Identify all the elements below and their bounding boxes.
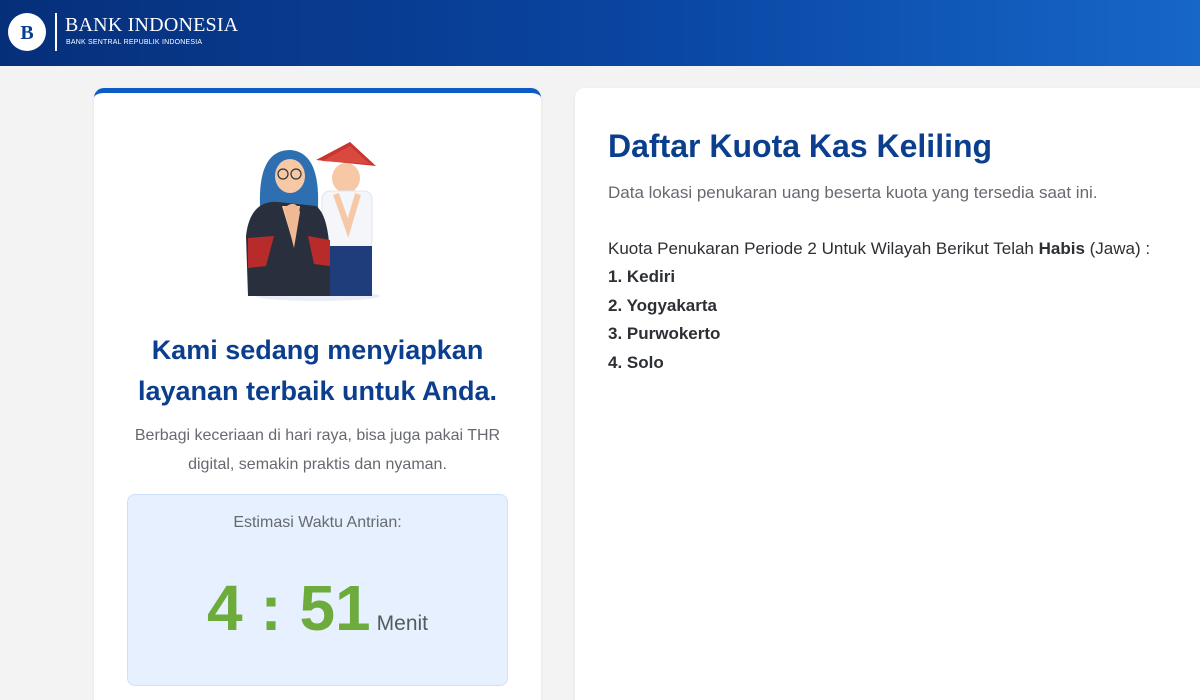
- bi-emblem-icon: B: [8, 13, 46, 51]
- logo-divider: [55, 13, 57, 51]
- list-item: 2. Yogyakarta: [608, 295, 717, 315]
- svg-text:B: B: [20, 22, 33, 44]
- quota-exhausted-note: Kuota Penukaran Periode 2 Untuk Wilayah …: [608, 239, 1150, 259]
- exhausted-region-list: 1. Kediri 2. Yogyakarta 3. Purwokerto 4.…: [608, 266, 720, 381]
- queue-time-value: 4 : 51: [206, 572, 371, 644]
- quota-list-card: Daftar Kuota Kas Keliling Data lokasi pe…: [575, 88, 1200, 700]
- logo-subtitle: BANK SENTRAL REPUBLIK INDONESIA: [66, 39, 203, 46]
- headline-subtext: Berbagi keceriaan di hari raya, bisa jug…: [134, 427, 501, 473]
- list-item: 4. Solo: [608, 353, 664, 373]
- quota-list-title: Daftar Kuota Kas Keliling: [608, 128, 993, 164]
- queue-estimate-label: Estimasi Waktu Antrian:: [233, 514, 402, 531]
- queue-estimate-box: Estimasi Waktu Antrian: 4 : 51 Menit: [127, 494, 508, 686]
- greeting-people-illustration: [238, 136, 398, 301]
- queue-countdown: 4 : 51 Menit: [128, 571, 507, 645]
- quota-note-suffix: (Jawa) :: [1084, 239, 1151, 258]
- list-item: 1. Kediri: [608, 267, 676, 286]
- quota-note-prefix: Kuota Penukaran Periode 2 Untuk Wilayah …: [608, 239, 1039, 258]
- quota-note-status: Habis: [1038, 239, 1085, 258]
- queue-card: Kami sedang menyiapkan layanan terbaik u…: [94, 88, 541, 700]
- quota-list-description: Data lokasi penukaran uang beserta kuota…: [608, 183, 1098, 202]
- top-header-bar: B BANK INDONESIA BANK SENTRAL REPUBLIK I…: [0, 0, 1200, 66]
- bank-indonesia-logo[interactable]: B BANK INDONESIA BANK SENTRAL REPUBLIK I…: [8, 11, 238, 55]
- logo-title: BANK INDONESIA: [65, 14, 239, 36]
- queue-time-unit: Menit: [376, 612, 428, 635]
- headline: Kami sedang menyiapkan layanan terbaik u…: [137, 335, 498, 406]
- list-item: 3. Purwokerto: [608, 324, 721, 344]
